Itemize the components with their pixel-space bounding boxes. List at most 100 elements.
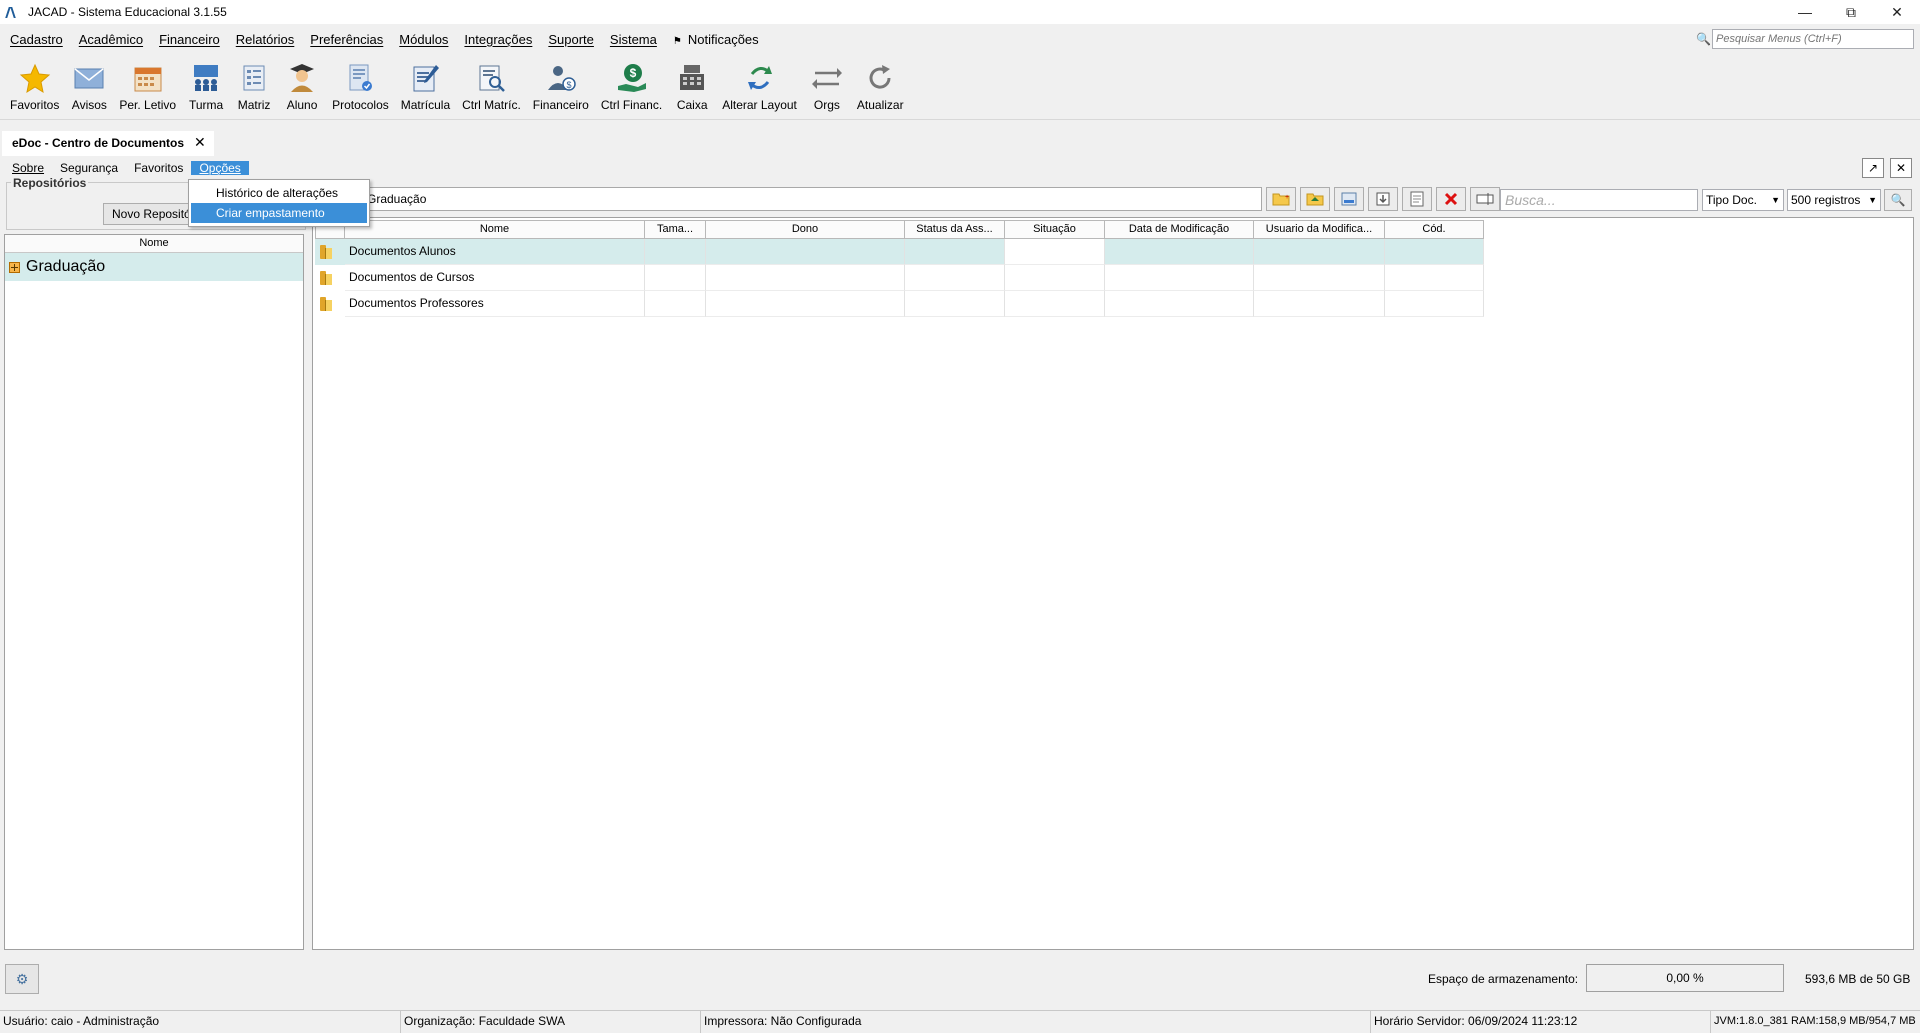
toolbar-per-letivo[interactable]: Per. Letivo (113, 54, 182, 118)
menu-seguranca[interactable]: Segurança (52, 161, 126, 175)
menu-sistema[interactable]: Sistema (602, 32, 665, 47)
row-user (1254, 265, 1385, 291)
menu-modulos[interactable]: Módulos (391, 32, 456, 47)
menu-favoritos[interactable]: Favoritos (126, 161, 191, 175)
menu-search-input[interactable] (1712, 29, 1914, 49)
table-row[interactable]: Documentos Alunos (315, 239, 1484, 265)
folder-up-icon[interactable] (1300, 187, 1330, 211)
folder-icon (319, 271, 333, 285)
rename-icon[interactable] (1470, 187, 1500, 211)
toolbar-matriz[interactable]: Matriz (230, 54, 278, 118)
records-select[interactable]: 500 registros ▼ (1787, 189, 1881, 211)
tab-edoc[interactable]: eDoc - Centro de Documentos ✕ (2, 131, 214, 156)
repositories-label: Repositórios (11, 176, 89, 190)
menu-item-criar-empastamento[interactable]: Criar empastamento (191, 203, 367, 223)
close-tab-icon[interactable]: ✕ (194, 134, 206, 151)
menu-suporte[interactable]: Suporte (540, 32, 602, 47)
doc-type-select[interactable]: Tipo Doc. ▼ (1702, 189, 1784, 211)
money-hand-icon: $ (614, 60, 650, 96)
toolbar-avisos[interactable]: Avisos (65, 54, 113, 118)
detach-icon[interactable]: ↗ (1862, 158, 1884, 178)
repository-row[interactable]: Graduação (5, 253, 303, 281)
row-owner (706, 291, 905, 317)
column-header-usuario-modificacao[interactable]: Usuario da Modifica... (1254, 220, 1385, 239)
table-row[interactable]: Documentos Professores (315, 291, 1484, 317)
menu-notificacoes[interactable]: ⚑ Notificações (665, 32, 767, 47)
scan-document-icon[interactable] (1334, 187, 1364, 211)
menu-cadastro[interactable]: Cadastro (2, 32, 71, 47)
row-name: Documentos Alunos (345, 239, 645, 265)
row-situacao (1005, 291, 1105, 317)
column-header-data-modificacao[interactable]: Data de Modificação (1105, 220, 1254, 239)
row-owner (706, 239, 905, 265)
table-row[interactable]: Documentos de Cursos (315, 265, 1484, 291)
row-status (905, 239, 1005, 265)
toolbar-matricula[interactable]: Matrícula (395, 54, 456, 118)
plugin-button[interactable]: ⚙ (5, 964, 39, 994)
minimize-icon[interactable]: — (1782, 0, 1828, 24)
restore-icon[interactable]: ⧉ (1828, 0, 1874, 24)
menu-academico[interactable]: Acadêmico (71, 32, 151, 47)
menu-opcoes[interactable]: Opções (191, 161, 249, 175)
search-icon: 🔍 (1696, 32, 1711, 46)
toolbar-ctrl-financ[interactable]: $ Ctrl Financ. (595, 54, 668, 118)
current-path-field[interactable]: Graduação (312, 187, 1262, 211)
toolbar-caixa[interactable]: Caixa (668, 54, 716, 118)
search-button[interactable]: 🔍 (1884, 189, 1912, 211)
status-bar: Usuário: caio - Administração Organizaçã… (0, 1010, 1920, 1033)
column-header-nome[interactable]: Nome (5, 235, 303, 253)
menu-preferencias[interactable]: Preferências (302, 32, 391, 47)
menu-search: 🔍 (1696, 28, 1914, 50)
menu-integracoes[interactable]: Integrações (456, 32, 540, 47)
toolbar-atualizar[interactable]: Atualizar (851, 54, 910, 118)
toolbar-turma[interactable]: Turma (182, 54, 230, 118)
folder-icon (319, 297, 333, 311)
menu-item-historico[interactable]: Histórico de alterações (191, 183, 367, 203)
row-icon-cell (315, 265, 345, 291)
class-icon (188, 60, 224, 96)
toolbar-protocolos[interactable]: Protocolos (326, 54, 395, 118)
document-search-input[interactable]: Busca... (1500, 189, 1698, 211)
toolbar-orgs[interactable]: Orgs (803, 54, 851, 118)
row-situacao (1005, 265, 1105, 291)
row-icon-cell (315, 291, 345, 317)
new-folder-icon[interactable]: + (1266, 187, 1296, 211)
toolbar-favoritos[interactable]: Favoritos (4, 54, 65, 118)
status-organization: Organização: Faculdade SWA (400, 1011, 700, 1033)
row-user (1254, 291, 1385, 317)
close-icon[interactable]: ✕ (1874, 0, 1920, 24)
row-code (1385, 291, 1484, 317)
app-logo-icon (6, 5, 20, 19)
column-header-codigo[interactable]: Cód. (1385, 220, 1484, 239)
close-panel-icon[interactable]: ✕ (1890, 158, 1912, 178)
enrollment-control-icon (473, 60, 509, 96)
protocol-icon (342, 60, 378, 96)
toolbar-label: Ctrl Financ. (600, 98, 663, 112)
menu-sobre[interactable]: Sobre (4, 161, 52, 175)
toolbar-label: Matriz (237, 98, 271, 112)
download-icon[interactable] (1368, 187, 1398, 211)
delete-icon[interactable] (1436, 187, 1466, 211)
toolbar-aluno[interactable]: Aluno (278, 54, 326, 118)
folder-icon (319, 245, 333, 259)
status-jvm: JVM:1.8.0_381 RAM:158,9 MB/954,7 MB (1710, 1011, 1920, 1033)
window-title: JACAD - Sistema Educacional 3.1.55 (28, 5, 227, 19)
toolbar-alterar-layout[interactable]: Alterar Layout (716, 54, 803, 118)
chevron-down-icon: ▼ (1868, 195, 1877, 205)
column-header-dono[interactable]: Dono (706, 220, 905, 239)
menu-relatorios[interactable]: Relatórios (228, 32, 303, 47)
expand-icon[interactable] (9, 261, 20, 273)
edoc-menu-bar: Sobre Segurança Favoritos Opções ↗ ✕ (0, 158, 1920, 178)
toolbar-label: Atualizar (856, 98, 904, 112)
column-header-situacao[interactable]: Situação (1005, 220, 1105, 239)
document-icon[interactable] (1402, 187, 1432, 211)
column-header-tamanho[interactable]: Tama... (645, 220, 706, 239)
toolbar-ctrl-matric[interactable]: Ctrl Matríc. (456, 54, 527, 118)
menu-financeiro[interactable]: Financeiro (151, 32, 228, 47)
toolbar-label: Ctrl Matríc. (462, 98, 521, 112)
toolbar-label: Turma (188, 98, 224, 112)
row-owner (706, 265, 905, 291)
column-header-status[interactable]: Status da Ass... (905, 220, 1005, 239)
toolbar-financeiro[interactable]: $ Financeiro (527, 54, 595, 118)
column-header-nome[interactable]: Nome (345, 220, 645, 239)
